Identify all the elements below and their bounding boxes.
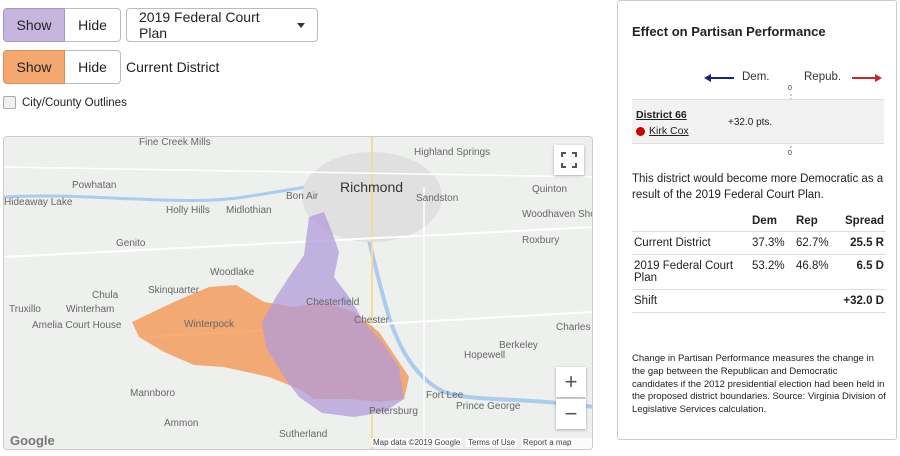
plan-hide-button[interactable]: Hide: [65, 8, 121, 42]
map-label: Ammon: [164, 418, 199, 429]
table-cell: Current District: [632, 231, 750, 255]
map-label: Truxillo: [9, 304, 41, 315]
table-header: Rep: [794, 211, 838, 232]
table-header: [632, 211, 750, 232]
outlines-label: City/County Outlines: [22, 96, 127, 109]
district-link[interactable]: District 66: [636, 109, 687, 121]
table-header-row: Dem Rep Spread: [632, 211, 886, 232]
map-label: Woodlake: [210, 267, 255, 278]
table-cell: +32.0 D: [838, 289, 886, 313]
table-cell: 46.8%: [794, 254, 838, 290]
results-table: Dem Rep Spread Current District 37.3% 62…: [632, 211, 886, 313]
rep-arrowhead-icon: [875, 74, 882, 82]
map-label: Sandston: [416, 193, 459, 204]
plan-toggle: Show Hide: [3, 8, 121, 42]
dem-label: Dem.: [742, 71, 770, 83]
map-label: Petersburg: [369, 406, 418, 417]
partisan-panel: Effect on Partisan Performance Dem. Repu…: [617, 0, 897, 440]
plan-show-button[interactable]: Show: [3, 8, 65, 42]
district-row: District 66 Kirk Cox +32.0 pts.: [632, 99, 884, 144]
map-label: Powhatan: [72, 180, 117, 191]
map-label: Winterham: [66, 304, 115, 315]
map-label: Mannboro: [130, 388, 176, 399]
map-label: Skinquarter: [148, 285, 200, 296]
terms-link[interactable]: Terms of Use: [466, 438, 518, 447]
map-label: Highland Springs: [414, 147, 491, 158]
table-cell: 62.7%: [794, 231, 838, 255]
table-row: 2019 Federal Court Plan 53.2% 46.8% 6.5 …: [632, 254, 886, 290]
dem-arrowhead-icon: [704, 74, 711, 82]
summary-text: This district would become more Democrat…: [632, 173, 884, 202]
fullscreen-icon: [561, 152, 577, 168]
table-cell: 2019 Federal Court Plan: [632, 254, 750, 290]
map-label: Woodhaven Shores: [522, 209, 592, 220]
current-district-label: Current District: [126, 59, 220, 75]
footnote: Change in Partisan Performance measures …: [632, 353, 886, 416]
map-label: Amelia Court House: [32, 320, 122, 331]
plan-dropdown[interactable]: 2019 Federal Court Plan: [126, 8, 318, 42]
party-dot: [636, 127, 645, 136]
fullscreen-button[interactable]: [554, 145, 584, 175]
table-row: Current District 37.3% 62.7% 25.5 R: [632, 231, 886, 255]
plan-dropdown-label: 2019 Federal Court Plan: [139, 9, 260, 41]
map-label: Sutherland: [279, 429, 328, 440]
current-show-button[interactable]: Show: [3, 50, 65, 84]
current-hide-button[interactable]: Hide: [65, 50, 121, 84]
map-label: Chester: [354, 315, 390, 326]
report-map-error-link[interactable]: Report a map error: [521, 438, 592, 449]
map-label: Bon Air: [286, 191, 319, 202]
current-toggle: Show Hide: [3, 50, 121, 84]
table-header: Dem: [750, 211, 794, 232]
rep-label: Repub.: [804, 71, 842, 83]
performance-chart: [704, 74, 882, 149]
map-label: Hopewell: [464, 350, 506, 361]
table-cell: [750, 289, 794, 313]
table-cell: 37.3%: [750, 231, 794, 255]
map-label: Berkeley: [499, 340, 538, 351]
zero-bottom-label: 0: [788, 150, 792, 157]
map-label: Genito: [116, 238, 146, 249]
map-label: Chesterfield: [306, 297, 360, 308]
outlines-checkbox[interactable]: [3, 96, 16, 109]
map-city-label: Richmond: [340, 179, 404, 195]
map-label: Fort Lee: [426, 390, 464, 401]
table-row: Shift +32.0 D: [632, 289, 886, 313]
map-label: Charles City: [556, 322, 592, 333]
table-cell: Shift: [632, 289, 750, 313]
table-cell: 25.5 R: [838, 231, 886, 255]
map-label: Midlothian: [226, 205, 272, 216]
map[interactable]: Richmond Fine Creek Mills Powhatan Holly…: [3, 136, 593, 450]
map-label: Holly Hills: [166, 205, 210, 216]
outlines-toggle[interactable]: City/County Outlines: [3, 96, 127, 109]
table-cell: 6.5 D: [838, 254, 886, 290]
table-cell: 53.2%: [750, 254, 794, 290]
shift-points: +32.0 pts.: [728, 117, 773, 128]
candidate-link[interactable]: Kirk Cox: [649, 125, 689, 137]
zoom-out-button[interactable]: −: [556, 399, 586, 429]
map-label: Roxbury: [522, 235, 560, 246]
map-label: Hideaway Lake: [4, 197, 73, 208]
map-label: Quinton: [532, 184, 568, 195]
chevron-down-icon: [297, 22, 305, 28]
map-label: Prince George: [456, 401, 521, 412]
table-header: Spread: [838, 211, 886, 232]
zero-top-label: 0: [788, 85, 792, 92]
table-cell: [794, 289, 838, 313]
zoom-in-button[interactable]: +: [556, 367, 586, 397]
map-attribution: Map data ©2019 Google: [371, 438, 463, 447]
map-label: Chula: [92, 290, 119, 301]
google-logo: Google: [10, 433, 55, 448]
map-label: Fine Creek Mills: [139, 137, 211, 148]
map-label: Winterpock: [184, 319, 235, 330]
